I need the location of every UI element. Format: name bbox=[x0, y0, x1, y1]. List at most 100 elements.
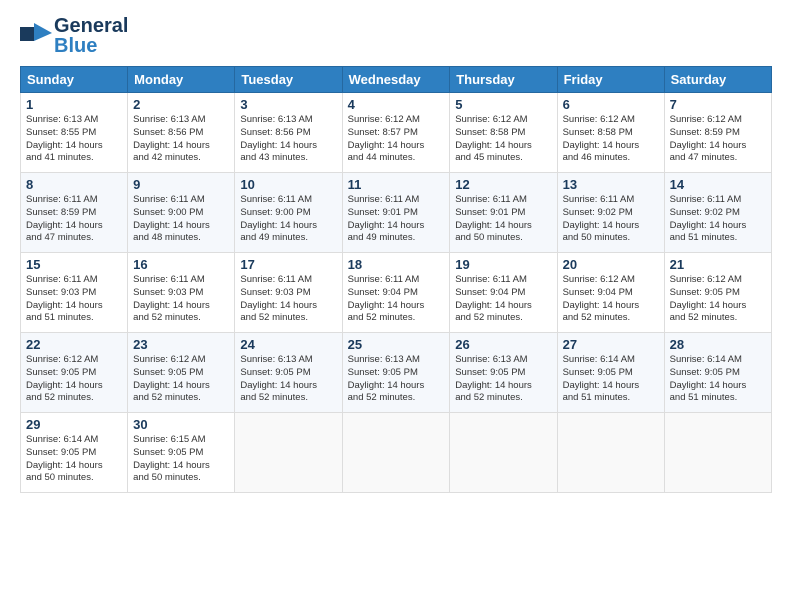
day-info: Sunrise: 6:12 AM Sunset: 9:05 PM Dayligh… bbox=[26, 354, 122, 405]
calendar-cell: 3 Sunrise: 6:13 AM Sunset: 8:56 PM Daylig… bbox=[235, 93, 342, 173]
weekday-header-wednesday: Wednesday bbox=[342, 67, 450, 93]
calendar-cell: 28 Sunrise: 6:14 AM Sunset: 9:05 PM Dayli… bbox=[664, 333, 771, 413]
day-info: Sunrise: 6:14 AM Sunset: 9:05 PM Dayligh… bbox=[670, 354, 766, 405]
day-number: 20 bbox=[563, 257, 659, 272]
calendar-cell: 22 Sunrise: 6:12 AM Sunset: 9:05 PM Dayli… bbox=[21, 333, 128, 413]
calendar-cell bbox=[342, 413, 450, 493]
day-info: Sunrise: 6:13 AM Sunset: 9:05 PM Dayligh… bbox=[348, 354, 445, 405]
calendar-cell: 29 Sunrise: 6:14 AM Sunset: 9:05 PM Dayli… bbox=[21, 413, 128, 493]
calendar-week-1: 1 Sunrise: 6:13 AM Sunset: 8:55 PM Daylig… bbox=[21, 93, 772, 173]
calendar-cell: 27 Sunrise: 6:14 AM Sunset: 9:05 PM Dayli… bbox=[557, 333, 664, 413]
day-info: Sunrise: 6:11 AM Sunset: 9:00 PM Dayligh… bbox=[240, 194, 336, 245]
day-number: 30 bbox=[133, 417, 229, 432]
calendar-cell: 2 Sunrise: 6:13 AM Sunset: 8:56 PM Daylig… bbox=[128, 93, 235, 173]
calendar-cell: 21 Sunrise: 6:12 AM Sunset: 9:05 PM Dayli… bbox=[664, 253, 771, 333]
day-info: Sunrise: 6:12 AM Sunset: 9:05 PM Dayligh… bbox=[133, 354, 229, 405]
day-number: 13 bbox=[563, 177, 659, 192]
day-info: Sunrise: 6:11 AM Sunset: 9:04 PM Dayligh… bbox=[348, 274, 445, 325]
calendar-cell: 25 Sunrise: 6:13 AM Sunset: 9:05 PM Dayli… bbox=[342, 333, 450, 413]
logo-general: General bbox=[54, 16, 128, 36]
day-info: Sunrise: 6:12 AM Sunset: 8:57 PM Dayligh… bbox=[348, 114, 445, 165]
logo: General Blue bbox=[20, 16, 128, 56]
day-info: Sunrise: 6:13 AM Sunset: 9:05 PM Dayligh… bbox=[240, 354, 336, 405]
calendar-cell: 19Sunrise: 6:11 AM Sunset: 9:04 PM Dayli… bbox=[450, 253, 557, 333]
calendar-cell: 30 Sunrise: 6:15 AM Sunset: 9:05 PM Dayli… bbox=[128, 413, 235, 493]
weekday-header-monday: Monday bbox=[128, 67, 235, 93]
day-number: 8 bbox=[26, 177, 122, 192]
day-number: 25 bbox=[348, 337, 445, 352]
calendar-cell: 11Sunrise: 6:11 AM Sunset: 9:01 PM Dayli… bbox=[342, 173, 450, 253]
calendar-cell: 5 Sunrise: 6:12 AM Sunset: 8:58 PM Daylig… bbox=[450, 93, 557, 173]
day-number: 16 bbox=[133, 257, 229, 272]
day-info: Sunrise: 6:11 AM Sunset: 8:59 PM Dayligh… bbox=[26, 194, 122, 245]
day-info: Sunrise: 6:13 AM Sunset: 8:56 PM Dayligh… bbox=[133, 114, 229, 165]
day-info: Sunrise: 6:11 AM Sunset: 9:03 PM Dayligh… bbox=[26, 274, 122, 325]
calendar-cell: 14 Sunrise: 6:11 AM Sunset: 9:02 PM Dayli… bbox=[664, 173, 771, 253]
day-number: 5 bbox=[455, 97, 551, 112]
day-info: Sunrise: 6:13 AM Sunset: 9:05 PM Dayligh… bbox=[455, 354, 551, 405]
day-info: Sunrise: 6:12 AM Sunset: 8:58 PM Dayligh… bbox=[455, 114, 551, 165]
day-info: Sunrise: 6:13 AM Sunset: 8:56 PM Dayligh… bbox=[240, 114, 336, 165]
calendar-cell: 10 Sunrise: 6:11 AM Sunset: 9:00 PM Dayli… bbox=[235, 173, 342, 253]
day-number: 7 bbox=[670, 97, 766, 112]
day-info: Sunrise: 6:15 AM Sunset: 9:05 PM Dayligh… bbox=[133, 434, 229, 485]
day-info: Sunrise: 6:14 AM Sunset: 9:05 PM Dayligh… bbox=[26, 434, 122, 485]
day-info: Sunrise: 6:11 AM Sunset: 9:04 PM Dayligh… bbox=[455, 274, 551, 325]
calendar-cell: 15 Sunrise: 6:11 AM Sunset: 9:03 PM Dayli… bbox=[21, 253, 128, 333]
day-number: 12 bbox=[455, 177, 551, 192]
day-number: 24 bbox=[240, 337, 336, 352]
day-number: 26 bbox=[455, 337, 551, 352]
day-number: 9 bbox=[133, 177, 229, 192]
day-info: Sunrise: 6:13 AM Sunset: 8:55 PM Dayligh… bbox=[26, 114, 122, 165]
day-number: 14 bbox=[670, 177, 766, 192]
calendar-cell bbox=[664, 413, 771, 493]
day-info: Sunrise: 6:12 AM Sunset: 9:04 PM Dayligh… bbox=[563, 274, 659, 325]
calendar-cell: 18 Sunrise: 6:11 AM Sunset: 9:04 PM Dayli… bbox=[342, 253, 450, 333]
day-number: 6 bbox=[563, 97, 659, 112]
day-info: Sunrise: 6:11 AM Sunset: 9:01 PM Dayligh… bbox=[455, 194, 551, 245]
day-info: Sunrise: 6:12 AM Sunset: 9:05 PM Dayligh… bbox=[670, 274, 766, 325]
day-number: 17 bbox=[240, 257, 336, 272]
day-number: 28 bbox=[670, 337, 766, 352]
day-number: 22 bbox=[26, 337, 122, 352]
calendar-cell: 20 Sunrise: 6:12 AM Sunset: 9:04 PM Dayli… bbox=[557, 253, 664, 333]
day-number: 21 bbox=[670, 257, 766, 272]
calendar-table: SundayMondayTuesdayWednesdayThursdayFrid… bbox=[20, 66, 772, 493]
calendar-week-5: 29 Sunrise: 6:14 AM Sunset: 9:05 PM Dayli… bbox=[21, 413, 772, 493]
day-info: Sunrise: 6:14 AM Sunset: 9:05 PM Dayligh… bbox=[563, 354, 659, 405]
calendar-cell bbox=[450, 413, 557, 493]
calendar-cell: 13Sunrise: 6:11 AM Sunset: 9:02 PM Dayli… bbox=[557, 173, 664, 253]
day-info: Sunrise: 6:11 AM Sunset: 9:01 PM Dayligh… bbox=[348, 194, 445, 245]
day-info: Sunrise: 6:12 AM Sunset: 8:59 PM Dayligh… bbox=[670, 114, 766, 165]
day-number: 1 bbox=[26, 97, 122, 112]
logo-icon bbox=[20, 23, 52, 49]
calendar-cell: 7 Sunrise: 6:12 AM Sunset: 8:59 PM Daylig… bbox=[664, 93, 771, 173]
day-number: 3 bbox=[240, 97, 336, 112]
calendar-cell: 9Sunrise: 6:11 AM Sunset: 9:00 PM Daylig… bbox=[128, 173, 235, 253]
calendar-cell: 1 Sunrise: 6:13 AM Sunset: 8:55 PM Daylig… bbox=[21, 93, 128, 173]
day-number: 23 bbox=[133, 337, 229, 352]
calendar-header-row: SundayMondayTuesdayWednesdayThursdayFrid… bbox=[21, 67, 772, 93]
day-number: 2 bbox=[133, 97, 229, 112]
calendar-cell bbox=[557, 413, 664, 493]
header: General Blue bbox=[20, 16, 772, 56]
day-number: 15 bbox=[26, 257, 122, 272]
weekday-header-tuesday: Tuesday bbox=[235, 67, 342, 93]
day-number: 27 bbox=[563, 337, 659, 352]
calendar-cell: 8 Sunrise: 6:11 AM Sunset: 8:59 PM Daylig… bbox=[21, 173, 128, 253]
calendar-cell: 17 Sunrise: 6:11 AM Sunset: 9:03 PM Dayli… bbox=[235, 253, 342, 333]
calendar-cell: 6 Sunrise: 6:12 AM Sunset: 8:58 PM Daylig… bbox=[557, 93, 664, 173]
day-number: 29 bbox=[26, 417, 122, 432]
day-number: 10 bbox=[240, 177, 336, 192]
calendar-week-3: 15 Sunrise: 6:11 AM Sunset: 9:03 PM Dayli… bbox=[21, 253, 772, 333]
day-info: Sunrise: 6:11 AM Sunset: 9:02 PM Dayligh… bbox=[670, 194, 766, 245]
day-number: 18 bbox=[348, 257, 445, 272]
calendar-cell: 16Sunrise: 6:11 AM Sunset: 9:03 PM Dayli… bbox=[128, 253, 235, 333]
calendar-cell: 23 Sunrise: 6:12 AM Sunset: 9:05 PM Dayli… bbox=[128, 333, 235, 413]
logo-blue-text: Blue bbox=[54, 36, 128, 56]
day-info: Sunrise: 6:11 AM Sunset: 9:03 PM Dayligh… bbox=[240, 274, 336, 325]
weekday-header-saturday: Saturday bbox=[664, 67, 771, 93]
calendar-week-4: 22 Sunrise: 6:12 AM Sunset: 9:05 PM Dayli… bbox=[21, 333, 772, 413]
calendar-cell: 4Sunrise: 6:12 AM Sunset: 8:57 PM Daylig… bbox=[342, 93, 450, 173]
day-info: Sunrise: 6:12 AM Sunset: 8:58 PM Dayligh… bbox=[563, 114, 659, 165]
